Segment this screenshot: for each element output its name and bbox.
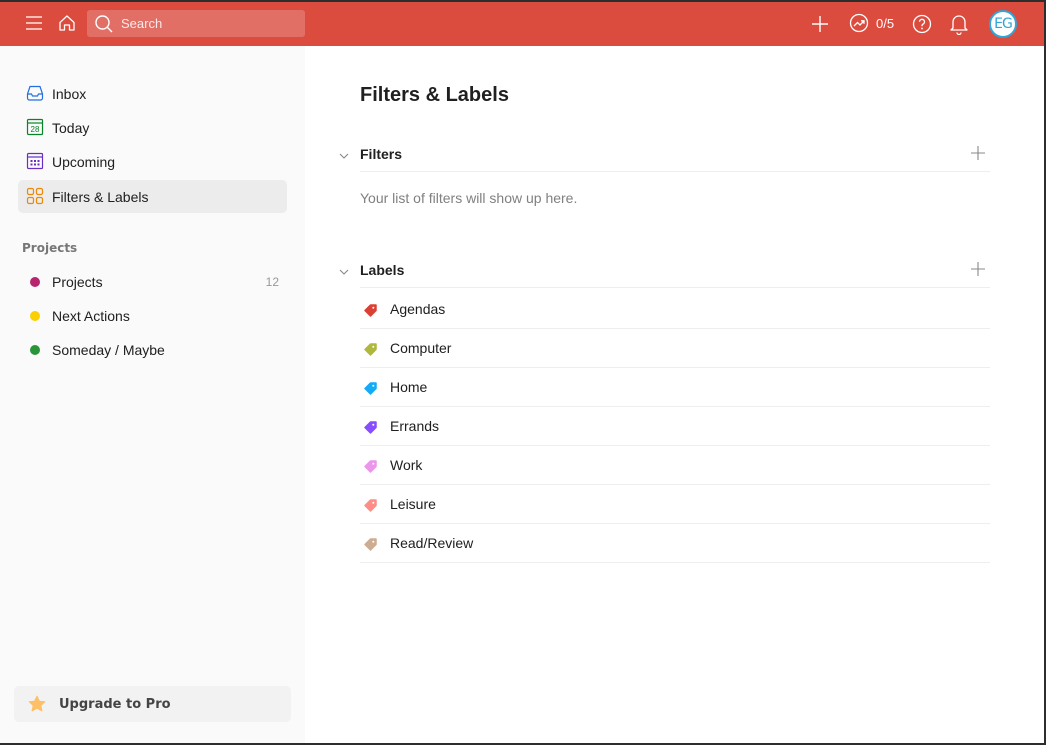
project-color-dot: [30, 310, 40, 321]
sidebar-item-label: Inbox: [52, 85, 87, 102]
sidebar-item-upcoming[interactable]: Upcoming: [18, 145, 287, 178]
project-label: Projects: [52, 273, 103, 290]
label-row[interactable]: Errands: [360, 407, 990, 446]
filters-section-title: Filters: [360, 146, 403, 162]
label-name: Computer: [390, 340, 452, 356]
project-count: 12: [265, 274, 279, 289]
sidebar-item-inbox[interactable]: Inbox: [18, 77, 287, 110]
top-bar: 0/5 EG: [0, 2, 1044, 46]
label-row[interactable]: Work: [360, 446, 990, 485]
sidebar: Inbox 28 Today Upcoming Filters & Labels…: [0, 46, 305, 743]
label-row[interactable]: Agendas: [360, 290, 990, 329]
search-bar[interactable]: [87, 10, 305, 37]
label-tag-icon: [364, 382, 377, 395]
calendar-upcoming-icon: [26, 152, 44, 170]
inbox-icon: [26, 85, 44, 101]
project-color-dot: [30, 344, 40, 355]
notifications-bell-icon[interactable]: [949, 13, 969, 35]
page-title: Filters & Labels: [360, 84, 509, 106]
label-row[interactable]: Read/Review: [360, 524, 990, 563]
search-input[interactable]: [121, 10, 301, 37]
sidebar-item-filters-labels[interactable]: Filters & Labels: [18, 180, 287, 213]
project-label: Next Actions: [52, 307, 130, 324]
sidebar-item-label: Upcoming: [52, 153, 116, 170]
app-window: 0/5 EG Inbox 28 Today Upcoming Filters &…: [0, 2, 1044, 743]
label-name: Errands: [390, 418, 440, 434]
projects-heading[interactable]: Projects: [22, 241, 77, 255]
sidebar-item-label: Today: [52, 119, 90, 136]
chevron-down-icon[interactable]: [338, 266, 350, 278]
label-name: Leisure: [390, 496, 436, 512]
label-name: Agendas: [390, 301, 446, 317]
label-name: Read/Review: [390, 535, 474, 551]
filters-section-header: Filters: [339, 142, 990, 172]
project-item-projects[interactable]: Projects 12: [18, 265, 287, 298]
project-color-dot: [30, 276, 40, 287]
search-icon: [95, 15, 113, 33]
labels-section-header: Labels: [339, 258, 990, 288]
star-icon: [28, 695, 46, 712]
label-tag-icon: [364, 421, 377, 434]
label-name: Home: [390, 379, 428, 395]
productivity-button[interactable]: 0/5: [849, 13, 894, 33]
karma-count: 0/5: [876, 15, 895, 31]
label-row[interactable]: Home: [360, 368, 990, 407]
filters-labels-icon: [26, 187, 44, 205]
label-tag-icon: [364, 538, 377, 551]
svg-text:28: 28: [31, 125, 40, 134]
project-item-next-actions[interactable]: Next Actions: [18, 299, 287, 332]
upgrade-to-pro-button[interactable]: Upgrade to Pro: [14, 686, 291, 722]
label-row[interactable]: Computer: [360, 329, 990, 368]
label-tag-icon: [364, 343, 377, 356]
add-filter-icon[interactable]: [970, 145, 986, 161]
add-label-icon[interactable]: [970, 261, 986, 277]
label-tag-icon: [364, 460, 377, 473]
help-icon[interactable]: [912, 14, 932, 34]
menu-icon[interactable]: [25, 15, 43, 31]
label-tag-icon: [364, 499, 377, 512]
sidebar-item-label: Filters & Labels: [52, 188, 149, 205]
home-icon[interactable]: [58, 14, 76, 32]
add-task-icon[interactable]: [811, 15, 829, 33]
sidebar-item-today[interactable]: 28 Today: [18, 111, 287, 144]
main-content: Filters & Labels Filters Your list of fi…: [305, 46, 1044, 743]
filters-empty-message: Your list of filters will show up here.: [360, 190, 578, 206]
label-name: Work: [390, 457, 423, 473]
label-tag-icon: [364, 304, 377, 317]
upgrade-label: Upgrade to Pro: [59, 696, 171, 712]
calendar-today-icon: 28: [26, 118, 44, 136]
chevron-down-icon[interactable]: [338, 150, 350, 162]
productivity-icon: [849, 13, 869, 33]
label-row[interactable]: Leisure: [360, 485, 990, 524]
user-avatar[interactable]: EG: [989, 10, 1017, 38]
project-item-someday-maybe[interactable]: Someday / Maybe: [18, 333, 287, 366]
labels-section-title: Labels: [360, 262, 405, 278]
project-label: Someday / Maybe: [52, 341, 165, 358]
